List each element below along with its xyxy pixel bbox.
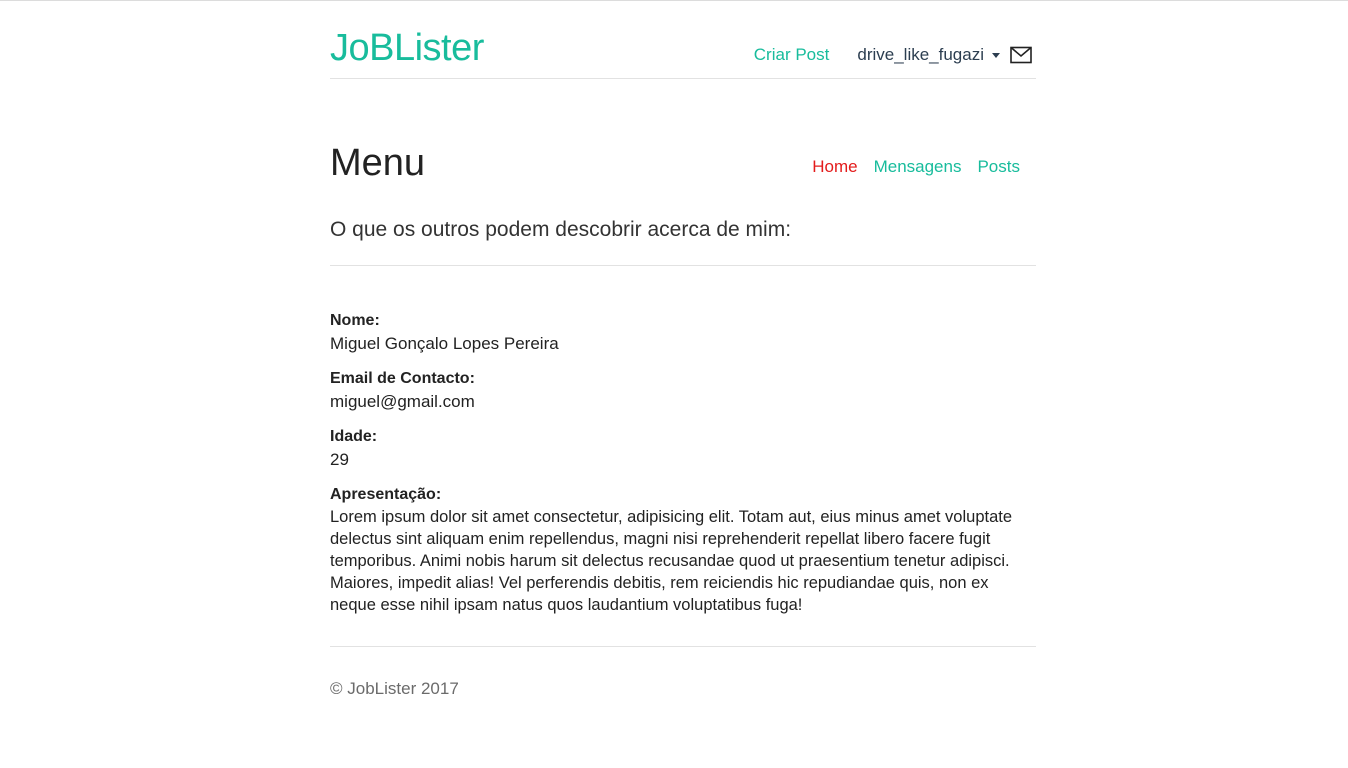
age-label: Idade: [330,428,378,445]
site-header: JoBLister Criar Post drive_like_fugazi [330,0,1036,79]
title-row: Menu Home Mensagens Posts [330,79,1036,199]
field-bio: Apresentação: Lorem ipsum dolor sit amet… [330,484,1036,616]
caret-down-icon [992,52,1000,58]
lead-text: O que os outros podem descobrir acerca d… [330,215,1036,266]
sub-nav: Home Mensagens Posts [812,157,1020,177]
page-container: JoBLister Criar Post drive_like_fugazi M… [330,0,1036,699]
create-post-link[interactable]: Criar Post [754,45,830,65]
profile-details: Nome: Miguel Gonçalo Lopes Pereira Email… [330,310,1036,616]
tab-mensagens[interactable]: Mensagens [874,157,962,177]
email-label: Email de Contacto: [330,370,475,387]
user-dropdown[interactable]: drive_like_fugazi [857,45,1000,65]
tab-home[interactable]: Home [812,157,857,177]
copyright-text: © JobLister 2017 [330,679,459,698]
name-value: Miguel Gonçalo Lopes Pereira [330,334,559,353]
field-name: Nome: Miguel Gonçalo Lopes Pereira [330,310,1036,356]
email-value: miguel@gmail.com [330,392,475,411]
age-value: 29 [330,450,349,469]
site-footer: © JobLister 2017 [330,646,1036,699]
envelope-icon[interactable] [1010,46,1032,64]
name-label: Nome: [330,312,380,329]
field-email: Email de Contacto: miguel@gmail.com [330,368,1036,414]
bio-value: Lorem ipsum dolor sit amet consectetur, … [330,508,1013,614]
username-label: drive_like_fugazi [857,45,984,64]
header-nav: Criar Post drive_like_fugazi [754,44,1032,66]
bio-label: Apresentação: [330,486,442,503]
page-title: Menu [330,142,426,184]
tab-posts[interactable]: Posts [977,157,1020,177]
brand-logo[interactable]: JoBLister [330,26,484,70]
field-age: Idade: 29 [330,426,1036,472]
